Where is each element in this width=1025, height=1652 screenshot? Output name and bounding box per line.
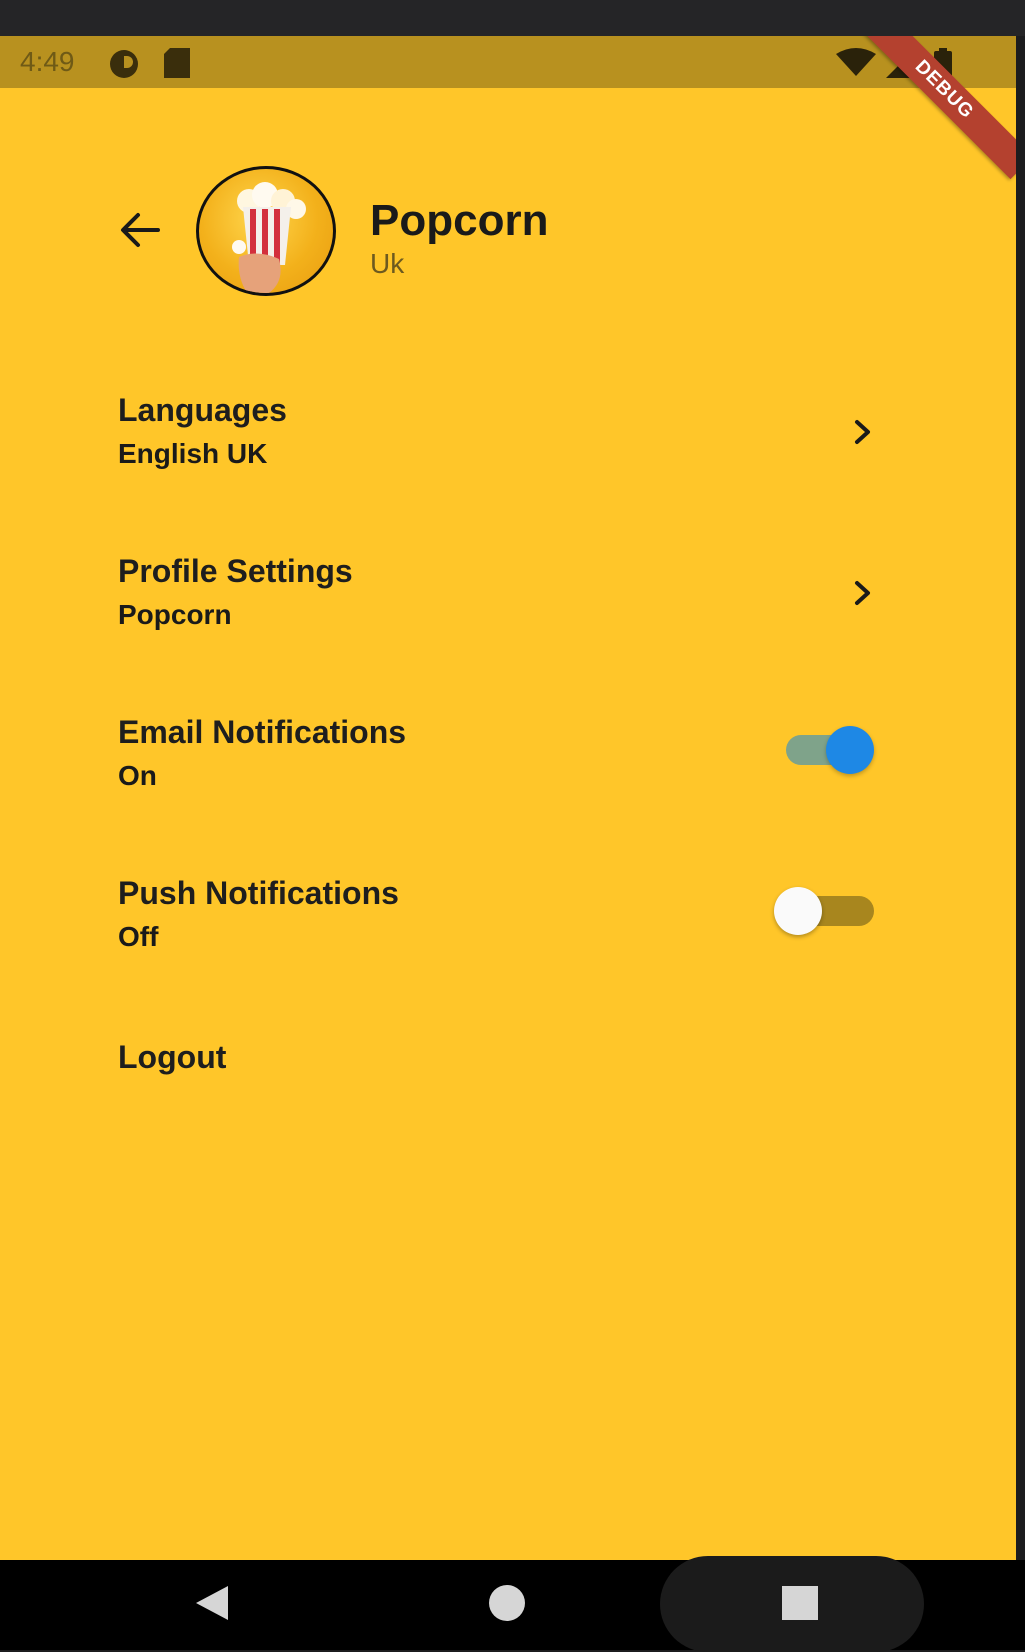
setting-title: Email Notifications [118,714,407,750]
home-icon[interactable] [487,1583,527,1623]
sd-card-icon [164,48,190,78]
settings-item-push-notifications[interactable]: Push Notifications Off [118,875,898,995]
device-frame-top [0,0,1025,36]
setting-value: Popcorn [118,599,232,630]
media-icon [110,50,138,78]
setting-title: Languages [118,392,287,428]
logout-label: Logout [118,1039,227,1075]
chevron-right-icon[interactable] [848,573,878,613]
logout-item[interactable]: Logout [118,1039,898,1099]
settings-item-email-notifications[interactable]: Email Notifications On [118,714,898,834]
wifi-icon [836,48,876,76]
settings-item-profile[interactable]: Profile Settings Popcorn [118,553,898,673]
profile-subtitle: Uk [370,248,405,279]
push-notifications-toggle[interactable] [774,883,884,939]
setting-value: On [118,760,157,791]
avatar[interactable] [196,166,336,296]
back-icon[interactable] [190,1582,232,1624]
toggle-thumb [826,726,874,774]
setting-title: Push Notifications [118,875,399,911]
profile-header: Popcorn Uk [0,166,1016,306]
settings-item-languages[interactable]: Languages English UK [118,392,898,512]
popcorn-image [232,182,306,293]
status-bar: 4:49 [0,36,1016,88]
app-screen: 4:49 DEBUG Popcorn Uk Languages English … [0,36,1016,1560]
android-nav-bar [0,1556,1025,1652]
arrow-left-icon[interactable] [114,204,166,256]
setting-value: English UK [118,438,268,469]
email-notifications-toggle[interactable] [782,722,892,778]
toggle-thumb [774,887,822,935]
profile-name: Popcorn [370,196,549,245]
chevron-right-icon[interactable] [848,412,878,452]
device-frame-right [1016,36,1025,1560]
setting-title: Profile Settings [118,553,353,589]
setting-value: Off [118,921,159,952]
recents-icon[interactable] [780,1584,820,1622]
status-time: 4:49 [20,46,75,77]
